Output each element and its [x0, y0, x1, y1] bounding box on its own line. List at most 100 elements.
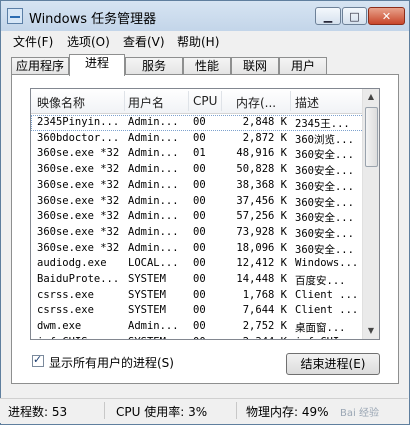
- menu-options[interactable]: 选项(O): [67, 33, 110, 50]
- process-description: 百度安...: [295, 275, 346, 287]
- scroll-down-arrow-icon[interactable]: ▼: [363, 323, 379, 339]
- column-divider[interactable]: [188, 91, 189, 111]
- process-row[interactable]: 360se.exe *32 Admin... 00 38,368 K 360安全...: [31, 178, 364, 194]
- column-divider[interactable]: [221, 91, 222, 111]
- process-cpu: 01: [193, 147, 206, 160]
- minimize-button[interactable]: ▁: [315, 7, 341, 25]
- process-image-name: 360se.exe *32: [37, 241, 120, 254]
- process-image-name: 360bdoctor...: [37, 131, 120, 144]
- close-button[interactable]: ✕: [368, 7, 405, 25]
- process-row[interactable]: 360se.exe *32 Admin... 01 48,916 K 360安全...: [31, 146, 364, 162]
- process-image-name: csrss.exe: [37, 304, 94, 317]
- column-divider[interactable]: [290, 91, 291, 111]
- process-image-name: dwm.exe: [37, 320, 82, 333]
- menu-file[interactable]: 文件(F): [13, 33, 53, 50]
- tab-processes[interactable]: 进程: [69, 54, 125, 76]
- process-user-name: Admin...: [128, 241, 179, 254]
- process-cpu: 00: [193, 304, 206, 317]
- process-image-name: igfxCUIS...: [37, 336, 125, 339]
- process-memory: 18,096 K: [236, 241, 287, 254]
- process-memory: 48,916 K: [236, 147, 287, 160]
- process-image-name: BaiduProte...: [37, 273, 120, 285]
- process-description: Client ...: [295, 304, 359, 317]
- process-row[interactable]: csrss.exe SYSTEM 00 1,768 K Client ...: [31, 288, 364, 304]
- process-user-name: Admin...: [128, 178, 179, 191]
- vertical-scrollbar[interactable]: ▲ ▼: [362, 89, 379, 339]
- menu-view[interactable]: 查看(V): [123, 33, 165, 50]
- process-row[interactable]: igfxCUIS...SYSTEM 00 2,344 K igfxCUI...: [31, 335, 364, 339]
- tab-networking[interactable]: 联网: [231, 57, 279, 75]
- title-bar[interactable]: Windows 任务管理器 ▁ □ ✕: [1, 1, 409, 31]
- process-user-name: Admin...: [128, 116, 179, 128]
- process-cpu: 00: [193, 163, 206, 176]
- column-description[interactable]: 描述: [295, 94, 319, 111]
- menu-bar: 文件(F) 选项(O) 查看(V) 帮助(H): [1, 31, 409, 51]
- process-row[interactable]: 360se.exe *32 Admin... 00 50,828 K 360安全...: [31, 162, 364, 178]
- process-description: 360浏览...: [295, 133, 354, 146]
- process-memory: 57,256 K: [236, 210, 287, 223]
- process-user-name: SYSTEM: [128, 304, 166, 317]
- status-bar: 进程数: 53 CPU 使用率: 3% 物理内存: 49% Bai 经验: [0, 398, 408, 423]
- process-memory: 2,344 K: [221, 336, 287, 339]
- process-image-name: 360se.exe *32: [37, 225, 120, 238]
- tab-applications[interactable]: 应用程序: [11, 57, 69, 75]
- process-count: 进程数: 53: [8, 405, 68, 419]
- process-memory: 73,928 K: [236, 225, 287, 238]
- process-list[interactable]: 映像名称 用户名 CPU 内存(... 描述 2345Pinyin... Admi…: [30, 88, 380, 340]
- process-cpu: 00: [193, 336, 217, 339]
- process-user-name: Admin...: [128, 147, 179, 160]
- column-image-name[interactable]: 映像名称: [37, 94, 85, 111]
- process-list-header: 映像名称 用户名 CPU 内存(... 描述: [31, 89, 364, 114]
- show-all-users-checkbox[interactable]: [32, 353, 44, 367]
- tab-users[interactable]: 用户: [279, 57, 327, 75]
- process-description: Client ...: [295, 288, 359, 301]
- menu-help[interactable]: 帮助(H): [177, 33, 219, 50]
- column-memory[interactable]: 内存(...: [236, 94, 276, 111]
- status-divider: [236, 402, 237, 419]
- physical-memory: 物理内存: 49%: [246, 405, 329, 419]
- process-row[interactable]: 2345Pinyin... Admin... 00 2,848 K 2345王...: [31, 115, 364, 131]
- process-row[interactable]: BaiduProte... SYSTEM 00 14,448 K 百度安...: [31, 272, 364, 288]
- process-image-name: 360se.exe *32: [37, 163, 120, 176]
- scroll-up-arrow-icon[interactable]: ▲: [363, 89, 379, 105]
- process-row[interactable]: 360se.exe *32 Admin... 00 73,928 K 360安全...: [31, 225, 364, 241]
- tab-performance[interactable]: 性能: [183, 57, 231, 75]
- process-cpu: 00: [193, 194, 206, 207]
- column-divider[interactable]: [124, 91, 125, 111]
- process-memory: 1,768 K: [242, 288, 287, 301]
- maximize-button[interactable]: □: [342, 7, 367, 25]
- process-user-name: Admin...: [128, 163, 179, 176]
- process-cpu: 00: [193, 320, 206, 333]
- process-row[interactable]: 360se.exe *32 Admin... 00 57,256 K 360安全...: [31, 209, 364, 225]
- process-description: 360安全...: [295, 149, 354, 162]
- process-user-name: Admin...: [128, 320, 179, 333]
- process-row[interactable]: 360se.exe *32 Admin... 00 37,456 K 360安全...: [31, 194, 364, 210]
- tab-services[interactable]: 服务: [125, 57, 183, 75]
- process-cpu: 00: [193, 257, 206, 270]
- process-memory: 37,456 K: [236, 194, 287, 207]
- process-user-name: Admin...: [128, 225, 179, 238]
- process-image-name: 360se.exe *32: [37, 147, 120, 160]
- process-user-name: Admin...: [128, 131, 179, 144]
- process-row[interactable]: dwm.exe Admin... 00 2,752 K 桌面窗...: [31, 319, 364, 335]
- process-cpu: 00: [193, 178, 206, 191]
- process-row[interactable]: 360se.exe *32 Admin... 00 18,096 K 360安全...: [31, 241, 364, 257]
- process-image-name: audiodg.exe: [37, 257, 107, 270]
- column-user-name[interactable]: 用户名: [128, 94, 164, 111]
- scroll-thumb[interactable]: [365, 107, 378, 167]
- process-row[interactable]: audiodg.exe LOCAL... 00 12,412 K Windows...: [31, 256, 364, 272]
- process-row[interactable]: csrss.exe SYSTEM 00 7,644 K Client ...: [31, 303, 364, 319]
- process-user-name: SYSTEM: [128, 336, 186, 339]
- column-cpu[interactable]: CPU: [193, 94, 217, 108]
- process-description: igfxCUI...: [295, 336, 363, 339]
- process-description: 360安全...: [295, 227, 354, 240]
- process-description: 桌面窗...: [295, 322, 346, 335]
- process-user-name: LOCAL...: [128, 257, 179, 270]
- show-all-users-label[interactable]: 显示所有用户的进程(S): [49, 354, 174, 371]
- process-row[interactable]: 360bdoctor... Admin... 00 2,872 K 360浏览...: [31, 131, 364, 147]
- process-memory: 2,848 K: [242, 116, 287, 128]
- process-description: 360安全...: [295, 196, 354, 209]
- end-process-button[interactable]: 结束进程(E): [286, 353, 380, 375]
- process-memory: 7,644 K: [242, 304, 287, 317]
- process-user-name: Admin...: [128, 210, 179, 223]
